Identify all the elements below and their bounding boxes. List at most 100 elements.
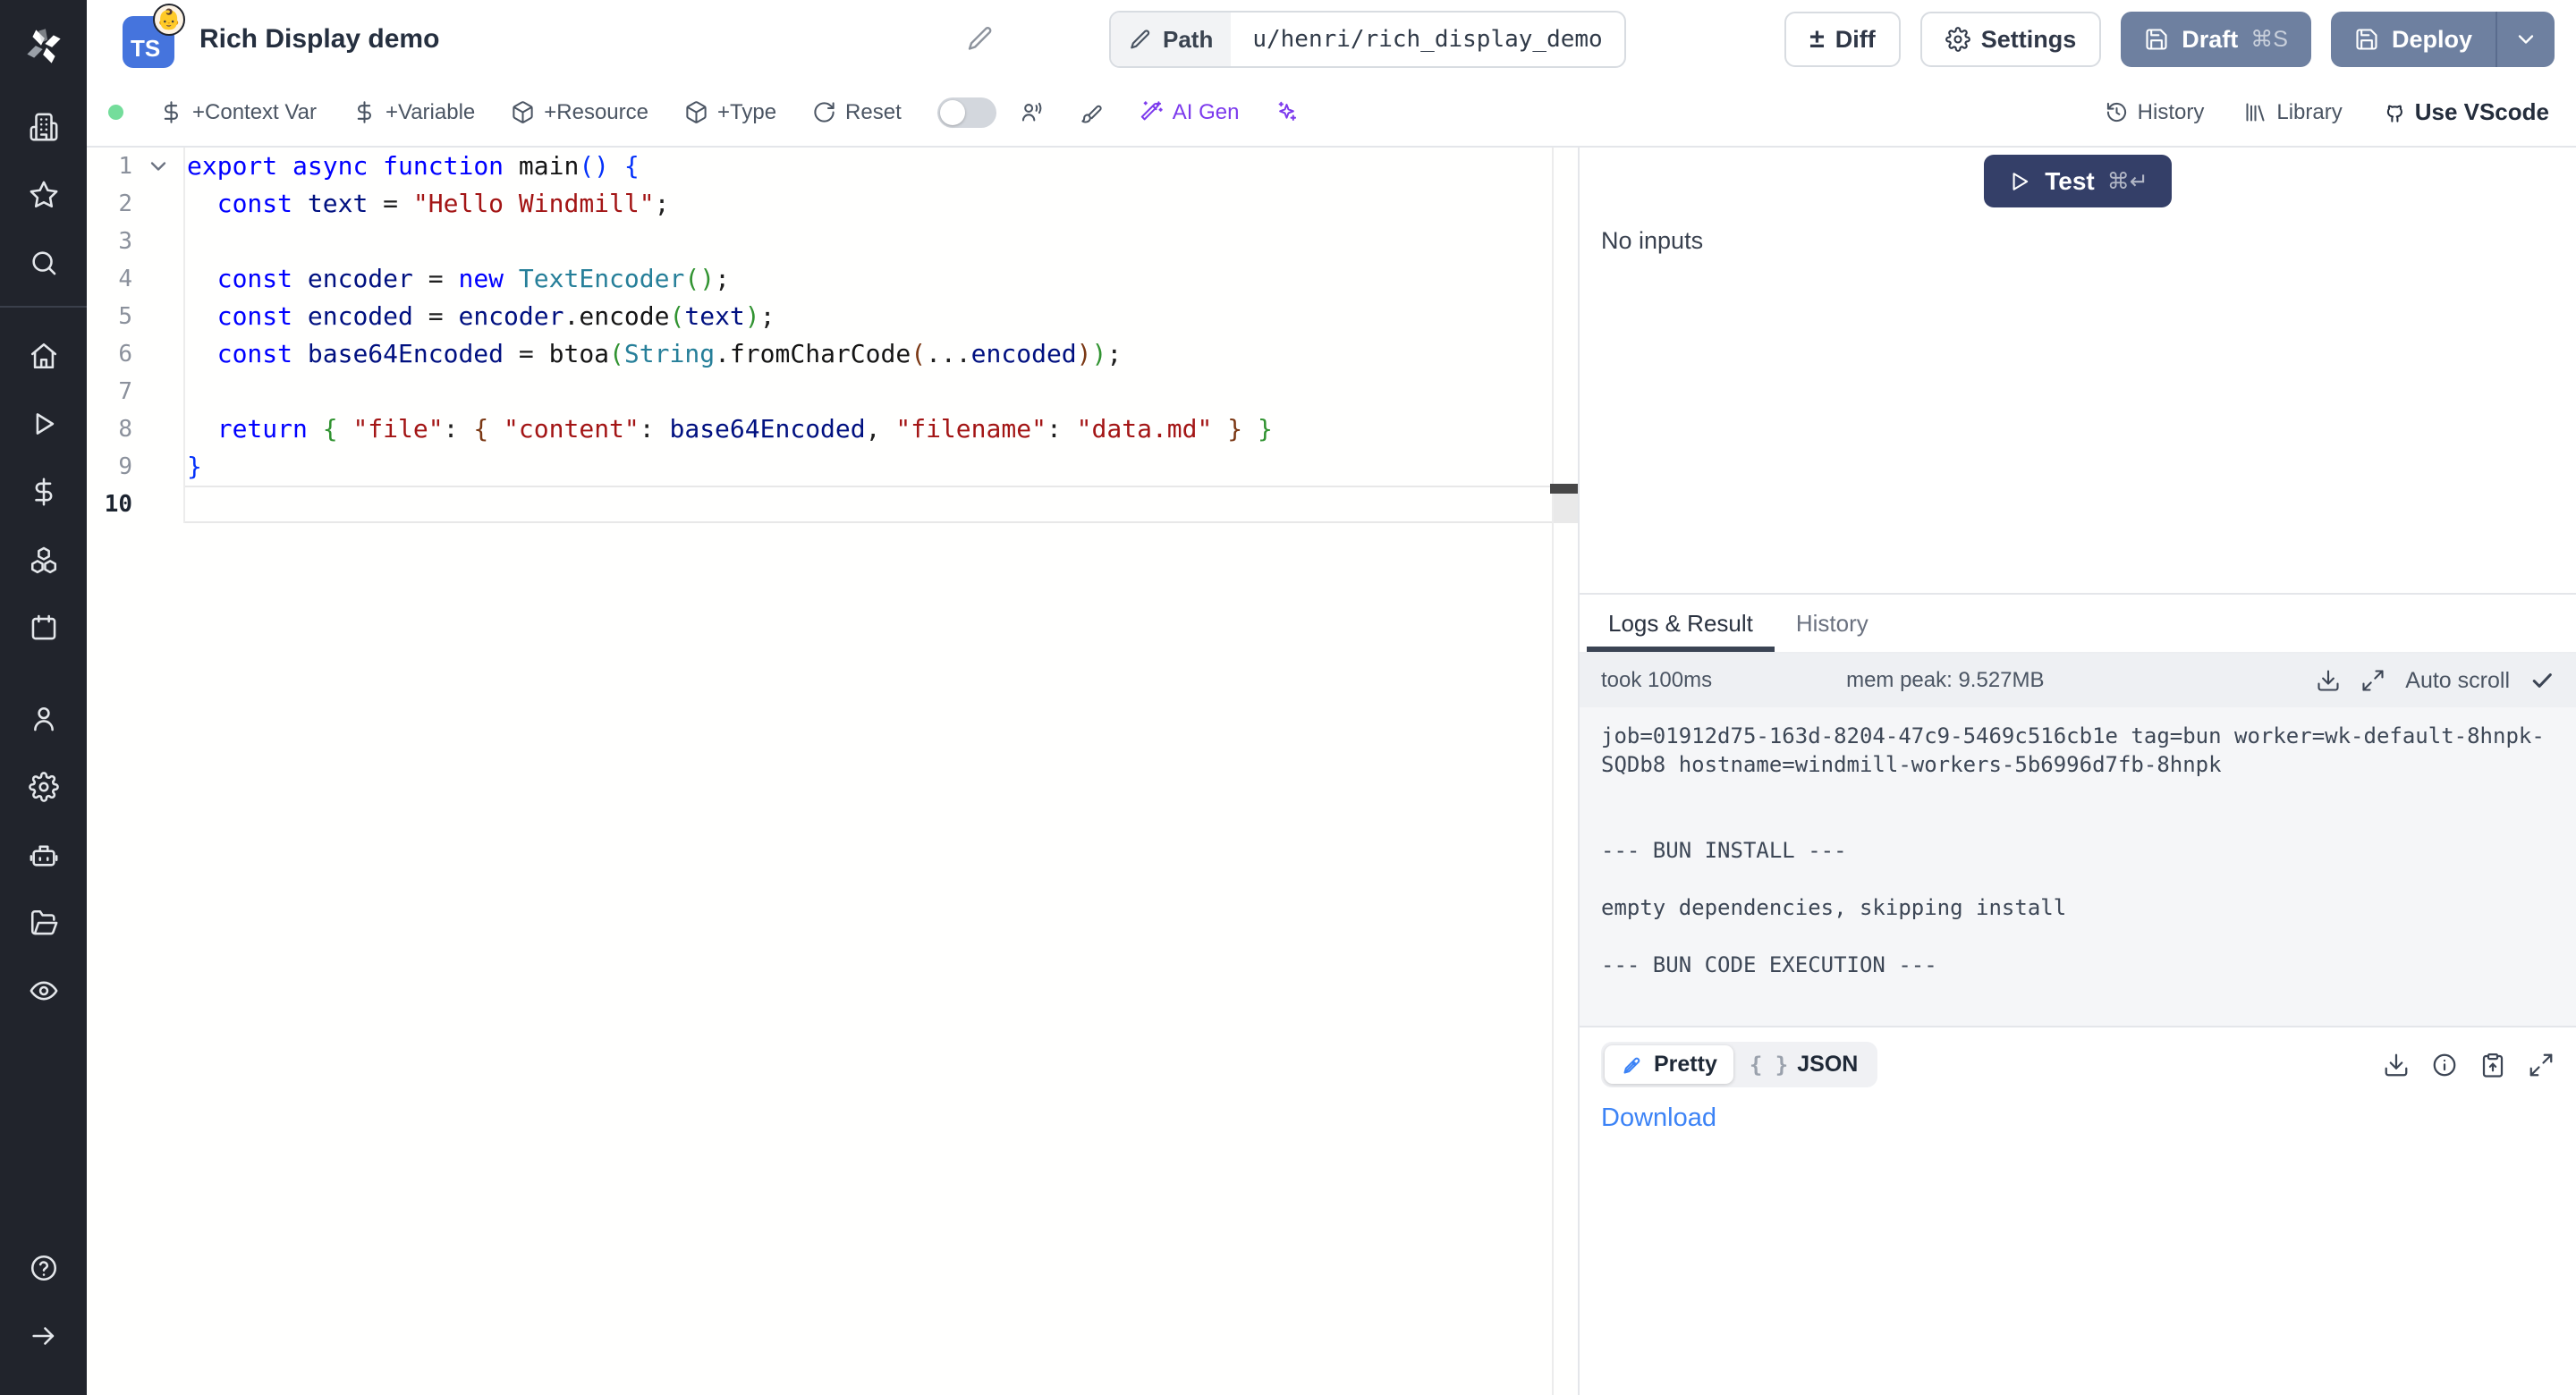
sidebar-item-home[interactable] xyxy=(0,322,87,390)
sidebar-item-schedules[interactable] xyxy=(0,594,87,662)
github-cat-icon xyxy=(2382,100,2406,124)
download-result-button[interactable] xyxy=(2383,1052,2410,1078)
line-number: 10 xyxy=(87,486,185,523)
sidebar-item-collapse[interactable] xyxy=(0,1302,87,1370)
json-view-button[interactable]: { } JSON xyxy=(1733,1045,1874,1084)
add-context-var-button[interactable]: +Context Var xyxy=(159,100,317,125)
fold-chevron-icon[interactable] xyxy=(146,154,171,179)
package-icon xyxy=(511,100,535,124)
format-code-button[interactable] xyxy=(1080,100,1104,124)
sidebar-item-variables[interactable] xyxy=(0,458,87,526)
sidebar-item-favorites[interactable] xyxy=(0,161,87,229)
sidebar-item-settings[interactable] xyxy=(0,753,87,821)
sidebar-item-users[interactable] xyxy=(0,685,87,753)
scrollbar-slider[interactable] xyxy=(1554,489,1578,523)
tab-history[interactable]: History xyxy=(1775,595,1890,652)
use-vscode-button[interactable]: Use VScode xyxy=(2382,98,2549,126)
sidebar-item-search[interactable] xyxy=(0,229,87,297)
package-icon xyxy=(684,100,708,124)
sidebar-item-help[interactable] xyxy=(0,1234,87,1302)
result-info-button[interactable] xyxy=(2431,1052,2458,1078)
deploy-button[interactable]: Deploy xyxy=(2331,12,2496,67)
sidebar-item-workers[interactable] xyxy=(0,821,87,889)
sidebar-item-runs[interactable] xyxy=(0,390,87,458)
code-line-4[interactable]: 4 const encoder = new TextEncoder(); xyxy=(87,260,1578,298)
download-result-link[interactable]: Download xyxy=(1601,1103,1716,1133)
settings-button[interactable]: Settings xyxy=(1920,12,2102,67)
code-content[interactable]: } xyxy=(185,448,1552,486)
copy-result-button[interactable] xyxy=(2479,1052,2506,1078)
edit-title-button[interactable] xyxy=(966,24,995,55)
log-output[interactable]: job=01912d75-163d-8204-47c9-5469c516cb1e… xyxy=(1580,707,2576,1026)
diff-button[interactable]: ± Diff xyxy=(1784,12,1900,67)
expand-logs-button[interactable] xyxy=(2360,668,2385,693)
add-resource-button[interactable]: +Resource xyxy=(511,100,648,125)
pretty-view-button[interactable]: Pretty xyxy=(1605,1045,1733,1084)
result-view-switch: Pretty { } JSON xyxy=(1601,1042,1877,1087)
code-content[interactable]: const encoder = new TextEncoder(); xyxy=(185,260,1552,298)
code-line-7[interactable]: 7 xyxy=(87,373,1578,410)
add-variable-button[interactable]: +Variable xyxy=(352,100,475,125)
line-number: 7 xyxy=(87,373,185,410)
sidebar-item-folders[interactable] xyxy=(0,889,87,957)
play-icon xyxy=(2007,169,2032,194)
code-line-5[interactable]: 5 const encoded = encoder.encode(text); xyxy=(87,298,1578,335)
sidebar-item-audit-logs[interactable] xyxy=(0,957,87,1025)
collab-users-button[interactable] xyxy=(1020,100,1044,124)
code-content[interactable]: const base64Encoded = btoa(String.fromCh… xyxy=(185,335,1552,373)
main-column: TS 👶 Rich Display demo Path u/henri/rich… xyxy=(87,0,2576,1395)
expand-result-button[interactable] xyxy=(2528,1052,2555,1078)
sidebar-item-resources[interactable] xyxy=(0,526,87,594)
sidebar-items xyxy=(0,93,87,1395)
boxes-icon xyxy=(29,545,59,575)
path-field[interactable]: Path u/henri/rich_display_demo xyxy=(1109,11,1626,68)
code-content[interactable] xyxy=(185,373,1552,410)
history-button[interactable]: History xyxy=(2105,100,2205,125)
download-icon xyxy=(2383,1052,2410,1078)
search-icon xyxy=(29,248,59,278)
code-line-1[interactable]: 1export async function main() { xyxy=(87,148,1578,185)
draft-shortcut: ⌘S xyxy=(2250,26,2288,53)
robot-icon xyxy=(29,840,59,870)
dollar-icon xyxy=(352,100,377,124)
code-line-8[interactable]: 8 return { "file": { "content": base64En… xyxy=(87,410,1578,448)
ai-sparkles-button[interactable] xyxy=(1275,100,1299,124)
draft-button[interactable]: Draft ⌘S xyxy=(2121,12,2311,67)
add-type-button[interactable]: +Type xyxy=(684,100,776,125)
auto-scroll-checkbox[interactable] xyxy=(2529,668,2555,693)
expand-icon xyxy=(2528,1052,2555,1078)
code-content[interactable]: export async function main() { xyxy=(185,148,1552,185)
result-header: Pretty { } JSON xyxy=(1601,1042,2555,1087)
multiplayer-toggle[interactable] xyxy=(937,97,996,128)
code-content[interactable]: const encoded = encoder.encode(text); xyxy=(185,298,1552,335)
code-editor[interactable]: 1export async function main() {2 const t… xyxy=(87,148,1580,1395)
code-content[interactable]: return { "file": { "content": base64Enco… xyxy=(185,410,1552,448)
left-sidebar xyxy=(0,0,87,1395)
code-content[interactable]: const text = "Hello Windmill"; xyxy=(185,185,1552,223)
stats-actions: Auto scroll xyxy=(2316,668,2555,694)
code-line-6[interactable]: 6 const base64Encoded = btoa(String.from… xyxy=(87,335,1578,373)
code-content[interactable] xyxy=(185,223,1552,260)
code-line-10[interactable]: 10 xyxy=(87,486,1578,523)
download-logs-button[interactable] xyxy=(2316,668,2341,693)
code-line-2[interactable]: 2 const text = "Hello Windmill"; xyxy=(87,185,1578,223)
title-zone: TS 👶 Rich Display demo xyxy=(123,11,995,68)
run-panel: Test ⌘↵ No inputs Logs & Result History … xyxy=(1580,148,2576,1395)
library-button[interactable]: Library xyxy=(2243,100,2342,125)
test-label: Test xyxy=(2045,167,2095,196)
star-icon xyxy=(29,180,59,210)
deploy-options-button[interactable] xyxy=(2496,12,2555,67)
clipboard-icon xyxy=(2479,1052,2506,1078)
path-value[interactable]: u/henri/rich_display_demo xyxy=(1231,13,1623,66)
code-content[interactable] xyxy=(185,486,1552,523)
sidebar-item-workspace[interactable] xyxy=(0,93,87,161)
reset-button[interactable]: Reset xyxy=(812,100,902,125)
ai-gen-button[interactable]: AI Gen xyxy=(1140,100,1240,125)
editor-scrollbar[interactable] xyxy=(1552,148,1578,1395)
line-number: 9 xyxy=(87,448,185,486)
tab-logs-result[interactable]: Logs & Result xyxy=(1587,595,1775,652)
code-line-9[interactable]: 9} xyxy=(87,448,1578,486)
code-line-3[interactable]: 3 xyxy=(87,223,1578,260)
windmill-logo[interactable] xyxy=(0,0,87,93)
test-button[interactable]: Test ⌘↵ xyxy=(1984,155,2171,207)
